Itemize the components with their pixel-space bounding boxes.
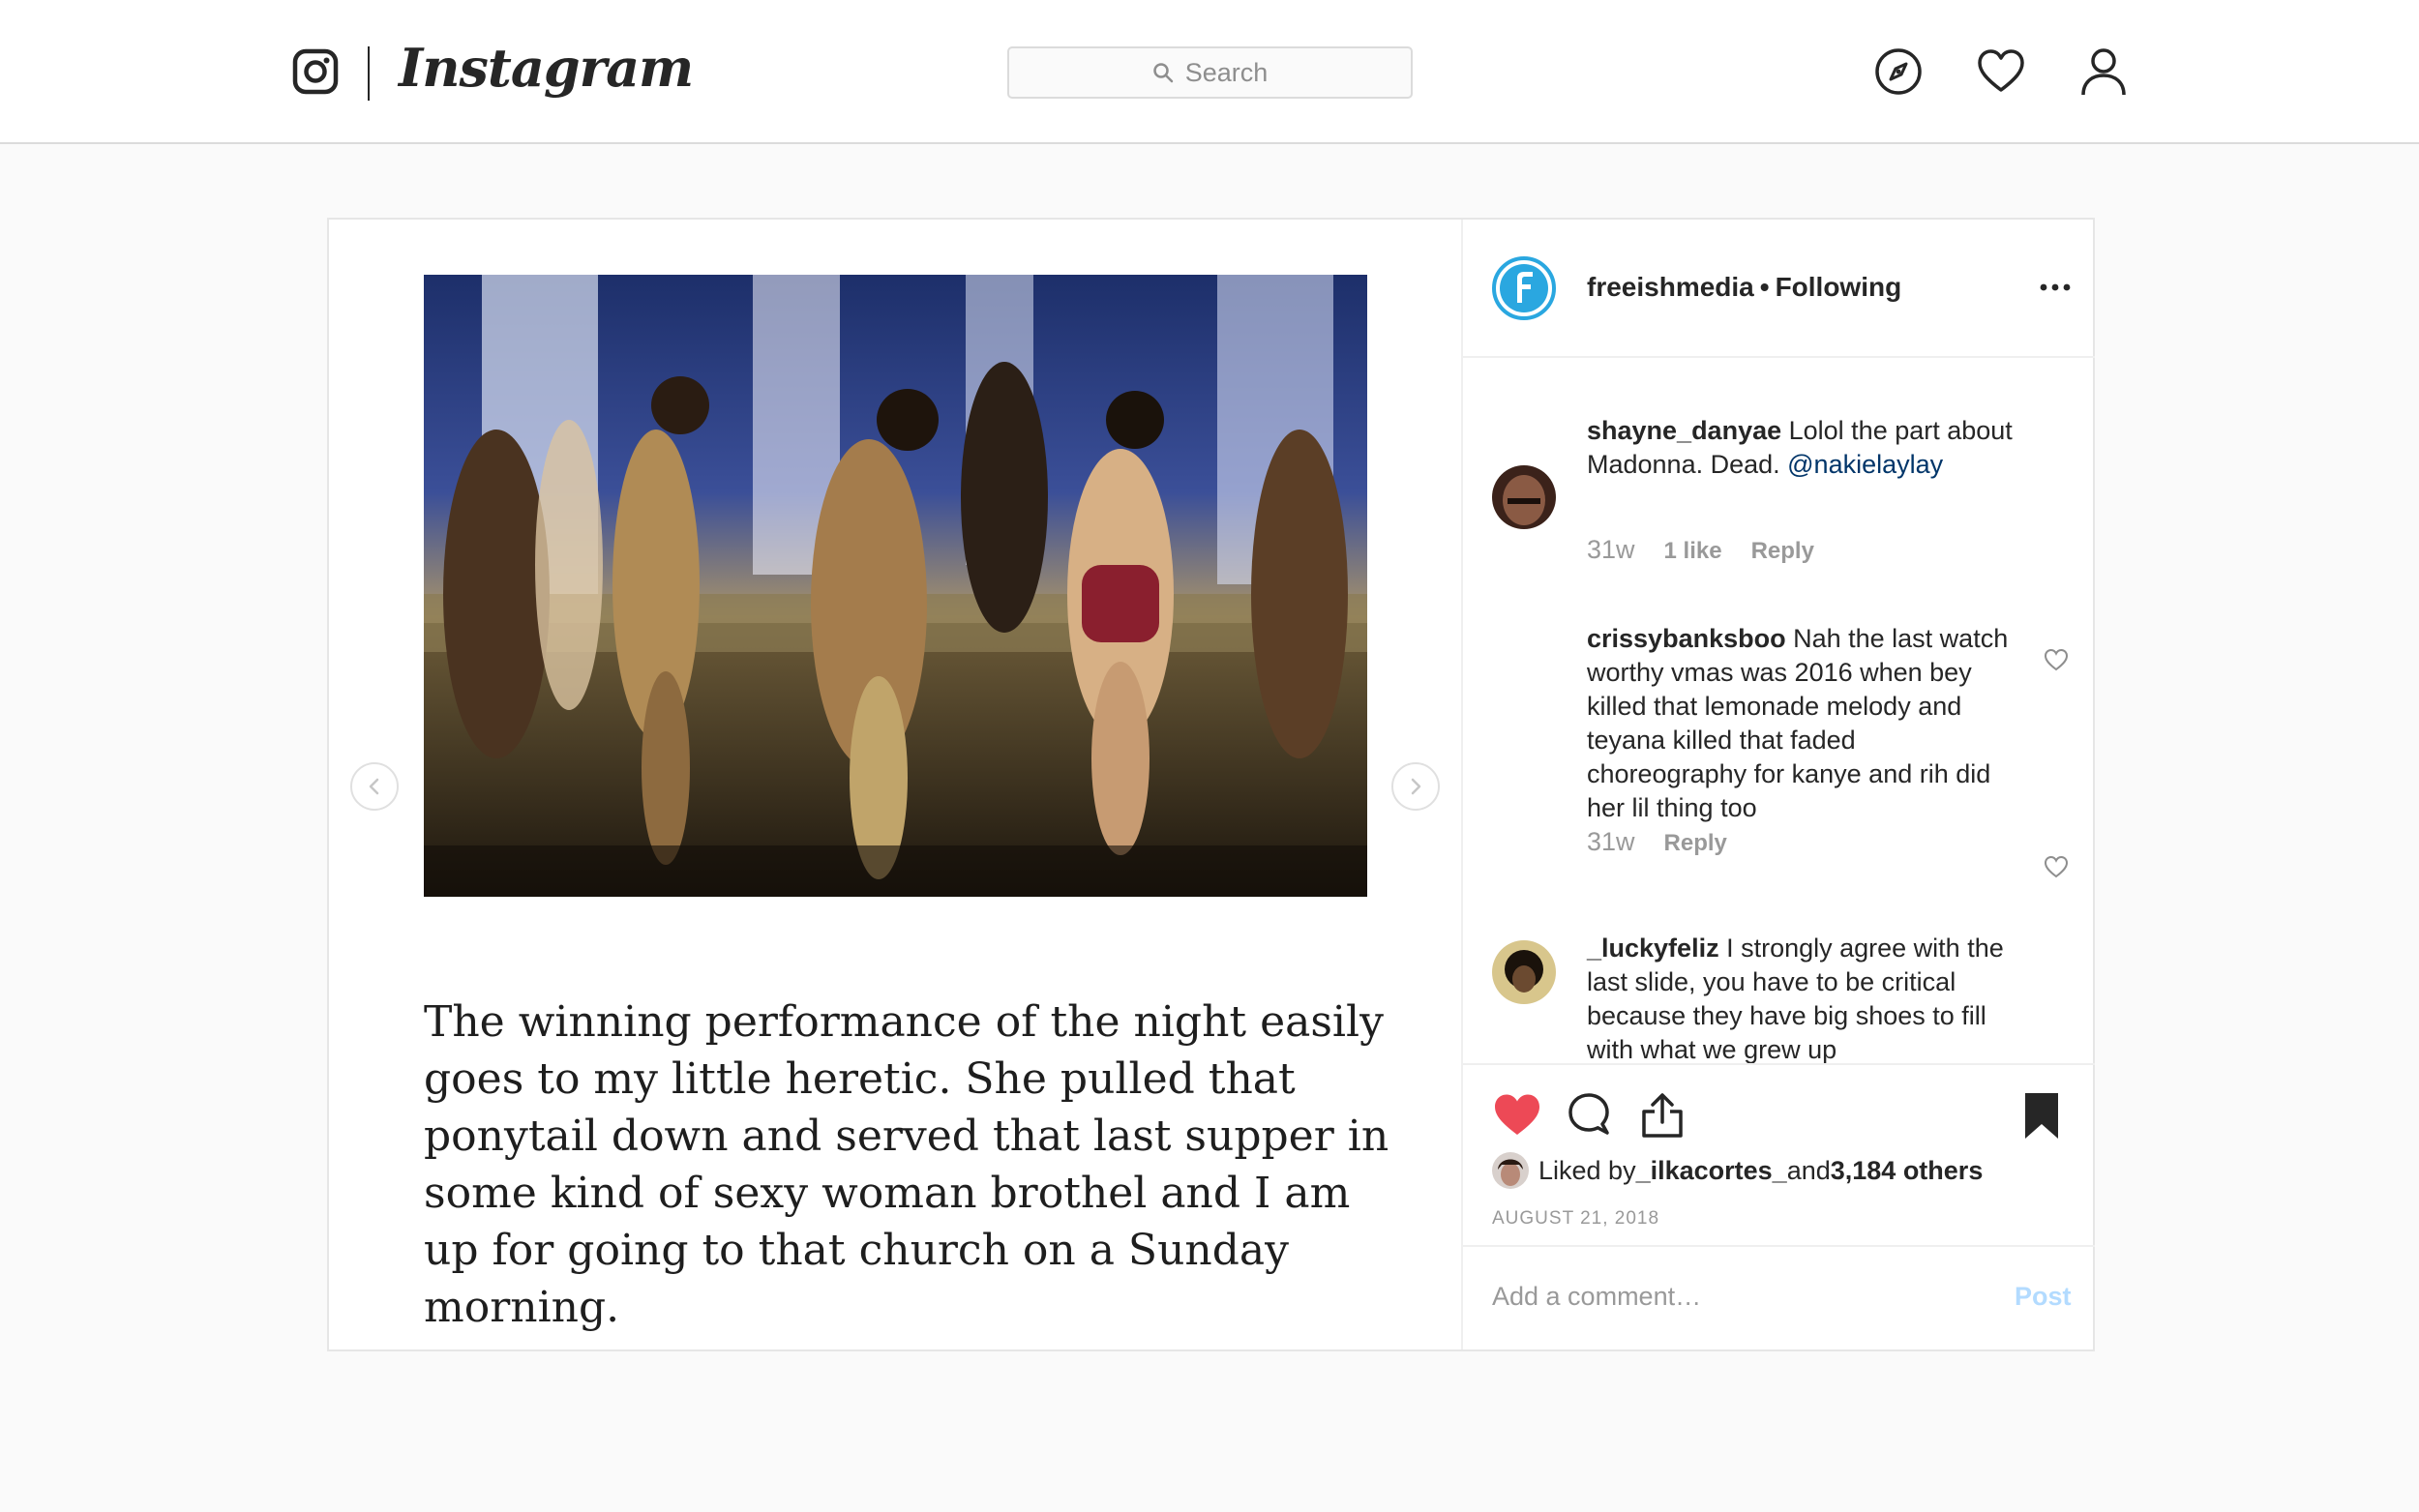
post-sidebar: freeishmedia • Following shayne_danyae Lol… bbox=[1461, 220, 2095, 1349]
comment-age: 31w bbox=[1587, 827, 1635, 856]
comment-body: Nah the last watch worthy vmas was 2016 … bbox=[1587, 624, 2009, 822]
reply-button[interactable]: Reply bbox=[1664, 830, 1727, 856]
comment-input[interactable]: Add a comment… bbox=[1492, 1282, 1701, 1312]
author-username[interactable]: freeishmedia bbox=[1587, 272, 1754, 302]
liker-avatar[interactable] bbox=[1492, 1152, 1529, 1189]
liked-count[interactable]: 3,184 others bbox=[1831, 1156, 1984, 1186]
instagram-glyph-icon[interactable] bbox=[292, 48, 339, 95]
like-icon[interactable] bbox=[1492, 1090, 1542, 1141]
search-input[interactable]: Search bbox=[1007, 46, 1413, 99]
comment-mention[interactable]: @nakielaylay bbox=[1787, 450, 1943, 479]
post-comment-button[interactable]: Post bbox=[2015, 1282, 2072, 1312]
post-actions: Liked by _ilkacortes_ and 3,184 others A… bbox=[1463, 1063, 2095, 1259]
instagram-wordmark[interactable]: Instagram bbox=[399, 37, 694, 99]
liked-mid: and bbox=[1786, 1155, 1831, 1185]
comment-text: shayne_danyae Lolol the part about Madon… bbox=[1587, 414, 2013, 482]
post-media: The winning performance of the night eas… bbox=[329, 220, 1461, 1349]
comment-likes[interactable]: 1 like bbox=[1664, 538, 1722, 564]
comment-username[interactable]: _luckyfeliz bbox=[1587, 934, 1719, 963]
nav-divider bbox=[368, 46, 370, 101]
comments-list: shayne_danyae Lolol the part about Madon… bbox=[1463, 358, 2095, 1064]
bookmark-icon[interactable] bbox=[2016, 1090, 2067, 1141]
liked-prefix: Liked by bbox=[1538, 1155, 1636, 1185]
author-avatar[interactable] bbox=[1492, 256, 1556, 320]
comment-icon[interactable] bbox=[1564, 1090, 1614, 1141]
post-header: freeishmedia • Following bbox=[1463, 220, 2095, 358]
compass-icon[interactable] bbox=[1873, 46, 1924, 97]
liked-by-line: Liked by _ilkacortes_ and 3,184 others bbox=[1492, 1152, 1983, 1189]
comment-age: 31w bbox=[1587, 535, 1635, 564]
commenter-avatar[interactable] bbox=[1492, 465, 1556, 529]
liked-user[interactable]: _ilkacortes_ bbox=[1636, 1156, 1787, 1186]
comment-meta: 31w 1 like Reply bbox=[1587, 535, 1814, 565]
previous-slide-button[interactable] bbox=[350, 762, 399, 811]
chevron-right-icon bbox=[1411, 778, 1421, 795]
search-icon bbox=[1152, 63, 1173, 83]
author-line: freeishmedia • Following bbox=[1587, 272, 1901, 303]
comment-username[interactable]: shayne_danyae bbox=[1587, 416, 1781, 445]
separator-dot: • bbox=[1759, 272, 1770, 302]
post-photo[interactable] bbox=[424, 275, 1367, 897]
chevron-left-icon bbox=[369, 778, 379, 795]
search-placeholder: Search bbox=[1184, 57, 1269, 87]
comment-text: crissybanksboo Nah the last watch worthy… bbox=[1587, 622, 2013, 825]
top-nav: Instagram Search bbox=[0, 0, 2419, 144]
profile-icon[interactable] bbox=[2078, 46, 2129, 97]
next-slide-button[interactable] bbox=[1391, 762, 1440, 811]
share-icon[interactable] bbox=[1637, 1090, 1687, 1141]
post-card: The winning performance of the night eas… bbox=[327, 218, 2095, 1351]
post-date: AUGUST 21, 2018 bbox=[1492, 1208, 1660, 1229]
add-comment-bar: Add a comment… Post bbox=[1463, 1245, 2095, 1351]
comment-text: _luckyfeliz I strongly agree with the la… bbox=[1587, 932, 2013, 1064]
follow-status-button[interactable]: Following bbox=[1776, 272, 1902, 302]
comment-meta: 31w Reply bbox=[1587, 827, 1727, 857]
reply-button[interactable]: Reply bbox=[1751, 538, 1814, 564]
comment-like-icon[interactable] bbox=[2044, 854, 2069, 879]
more-options-icon[interactable] bbox=[2038, 274, 2073, 301]
comment-username[interactable]: crissybanksboo bbox=[1587, 624, 1786, 653]
commenter-avatar[interactable] bbox=[1492, 940, 1556, 1004]
heart-icon[interactable] bbox=[1976, 46, 2026, 97]
comment-like-icon[interactable] bbox=[2044, 647, 2069, 672]
image-caption-text: The winning performance of the night eas… bbox=[424, 997, 1389, 1332]
